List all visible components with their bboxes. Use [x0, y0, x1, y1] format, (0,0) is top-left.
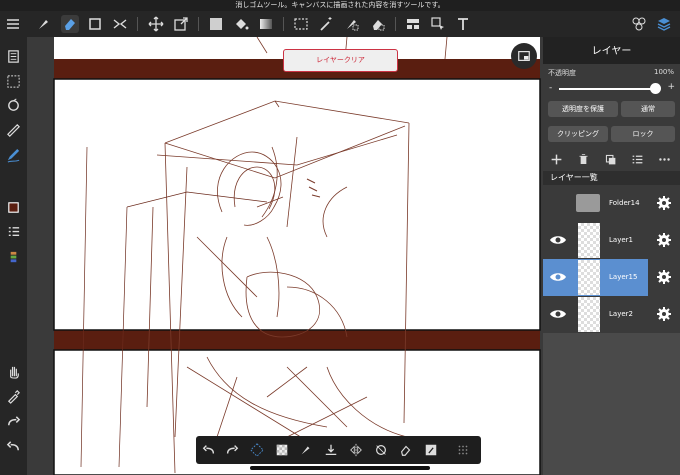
- drawing-canvas[interactable]: [27, 37, 543, 475]
- layers-panel-icon[interactable]: [655, 15, 673, 33]
- fill-color-icon[interactable]: [207, 15, 225, 33]
- selection-menu-icon[interactable]: [4, 72, 22, 90]
- canvas-edit-icon[interactable]: [422, 441, 440, 459]
- transparent-fill-icon[interactable]: [273, 441, 291, 459]
- clear-eraser-icon[interactable]: [397, 441, 415, 459]
- layer-list-icon[interactable]: [631, 153, 644, 166]
- select-eraser-icon[interactable]: [369, 15, 387, 33]
- stabilizer-icon[interactable]: [4, 146, 22, 164]
- eye-icon[interactable]: [549, 271, 567, 283]
- layer-panel: レイヤー 不透明度 100% - + 透明度を保護 通常 クリッピング ロック …: [543, 37, 680, 475]
- layer-name: Layer1: [609, 236, 633, 244]
- import-icon[interactable]: [322, 441, 340, 459]
- status-message: 消しゴムツール。キャンバスに描画された内容を消すツールです。: [0, 0, 680, 11]
- layer-list-empty-area: [543, 333, 680, 475]
- quick-toolbar: [196, 436, 481, 464]
- transform-tool-icon[interactable]: [172, 15, 190, 33]
- blend-mode-select[interactable]: 通常: [621, 101, 675, 117]
- layer-thumbnail: [578, 260, 600, 295]
- move-tool-icon[interactable]: [147, 15, 165, 33]
- redo-icon[interactable]: [223, 441, 241, 459]
- protect-alpha-button[interactable]: 透明度を保護: [548, 101, 618, 117]
- layer-row-layer15[interactable]: Layer15: [543, 259, 680, 296]
- gear-icon[interactable]: [656, 195, 672, 211]
- gear-icon[interactable]: [656, 232, 672, 248]
- opacity-slider-track[interactable]: [559, 88, 659, 90]
- layer-actions-bar: [543, 150, 680, 170]
- pen-icon[interactable]: [297, 441, 315, 459]
- eraser-tool-icon[interactable]: [61, 15, 79, 33]
- rotate-reset-icon[interactable]: [372, 441, 390, 459]
- left-toolbar: [0, 37, 51, 475]
- pointer-select-icon[interactable]: [429, 15, 447, 33]
- opacity-label: 不透明度: [548, 69, 576, 77]
- undo-icon[interactable]: [4, 437, 22, 455]
- color-palette-icon[interactable]: [4, 248, 22, 266]
- hand-tool-icon[interactable]: [4, 362, 22, 380]
- text-tool-icon[interactable]: [454, 15, 472, 33]
- panel-title: レイヤー: [543, 37, 680, 64]
- brush-tool-icon[interactable]: [35, 15, 53, 33]
- gradient-tool-icon[interactable]: [257, 15, 275, 33]
- opacity-slider-thumb[interactable]: [650, 83, 661, 94]
- layer-row-layer2[interactable]: Layer2: [543, 296, 680, 333]
- layer-thumbnail: [578, 223, 600, 258]
- panel-layout-icon[interactable]: [404, 15, 422, 33]
- delete-layer-icon[interactable]: [577, 153, 590, 166]
- layer-name: Folder14: [609, 199, 640, 207]
- layer-list-header: レイヤー一覧: [543, 171, 680, 185]
- clipping-label: クリッピング: [557, 130, 599, 138]
- opacity-increase-button[interactable]: +: [667, 82, 675, 92]
- select-tool-icon[interactable]: [292, 15, 310, 33]
- opacity-value: 100%: [653, 68, 674, 76]
- redo-icon[interactable]: [4, 412, 22, 430]
- top-toolbar: [0, 11, 680, 38]
- ruler-icon[interactable]: [4, 121, 22, 139]
- select-pen-icon[interactable]: [343, 15, 361, 33]
- layer-clear-notice: レイヤークリア: [283, 49, 398, 72]
- layer-name: Layer2: [609, 310, 633, 318]
- eyedropper-icon[interactable]: [4, 387, 22, 405]
- lock-label: ロック: [632, 130, 654, 138]
- clipping-button[interactable]: クリッピング: [548, 126, 608, 142]
- fullscreen-toggle-icon[interactable]: [511, 43, 537, 69]
- symmetry-tool-icon[interactable]: [111, 15, 129, 33]
- folder-icon: [576, 194, 600, 212]
- duplicate-layer-icon[interactable]: [604, 153, 617, 166]
- layer-thumbnail: [578, 297, 600, 332]
- brush-list-icon[interactable]: [4, 223, 22, 241]
- rotate-icon[interactable]: [4, 96, 22, 114]
- layer-name: Layer15: [609, 273, 638, 281]
- more-options-icon[interactable]: [658, 153, 671, 166]
- layer-row-folder14[interactable]: Folder14: [543, 185, 680, 222]
- gear-icon[interactable]: [656, 269, 672, 285]
- flip-horizontal-icon[interactable]: [347, 441, 365, 459]
- bucket-tool-icon[interactable]: [232, 15, 250, 33]
- color-swatch[interactable]: [4, 198, 22, 216]
- home-indicator: [250, 466, 430, 470]
- rectangle-tool-icon[interactable]: [86, 15, 104, 33]
- eye-icon[interactable]: [549, 234, 567, 246]
- deselect-icon[interactable]: [248, 441, 266, 459]
- undo-icon[interactable]: [200, 441, 218, 459]
- grid-dots-icon[interactable]: [454, 441, 472, 459]
- opacity-decrease-button[interactable]: -: [549, 83, 552, 93]
- add-layer-icon[interactable]: [550, 153, 563, 166]
- page-icon[interactable]: [4, 47, 22, 65]
- menu-icon[interactable]: [4, 15, 22, 33]
- magic-wand-icon[interactable]: [317, 15, 335, 33]
- layer-row-layer1[interactable]: Layer1: [543, 222, 680, 259]
- eye-icon[interactable]: [549, 308, 567, 320]
- lock-button[interactable]: ロック: [611, 126, 675, 142]
- materials-icon[interactable]: [630, 15, 648, 33]
- gear-icon[interactable]: [656, 306, 672, 322]
